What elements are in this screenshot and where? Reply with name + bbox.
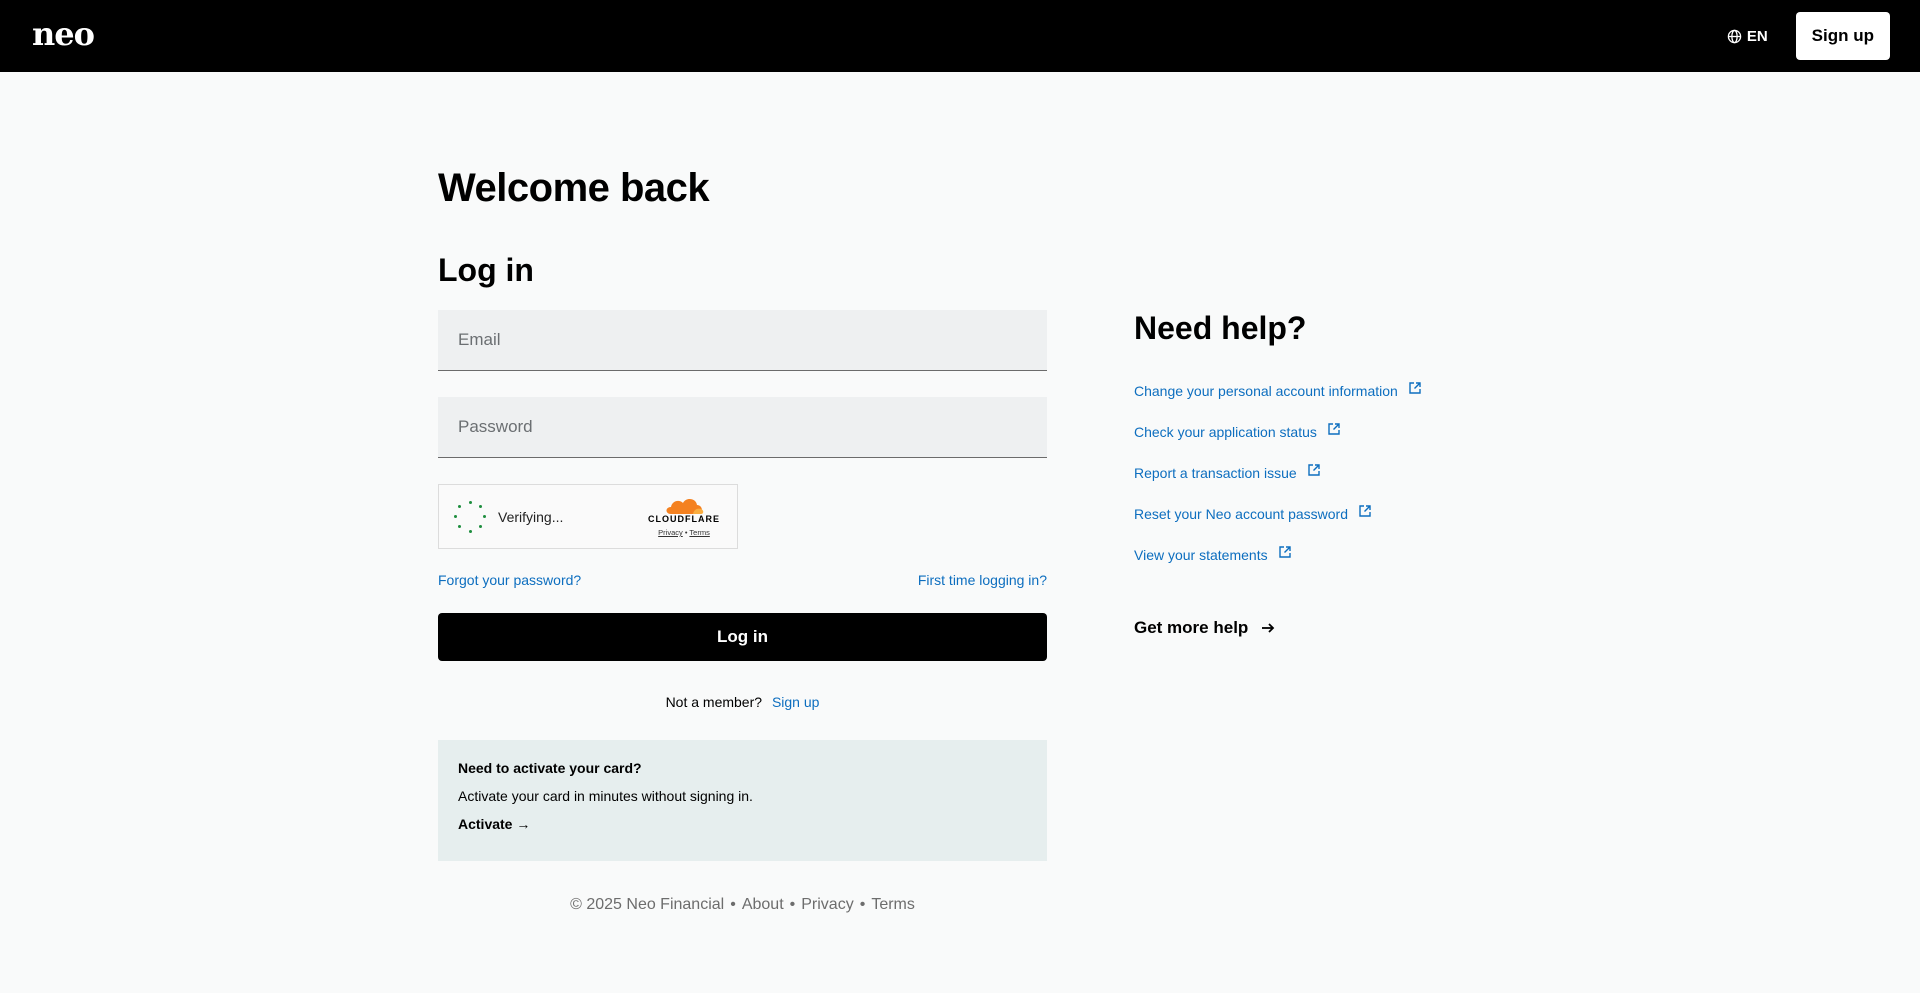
external-link-icon — [1328, 422, 1340, 435]
globe-icon — [1727, 29, 1742, 43]
email-input[interactable] — [438, 310, 1047, 371]
welcome-heading: Welcome back — [438, 166, 710, 210]
login-heading: Log in — [438, 252, 534, 288]
external-link-icon — [1307, 463, 1320, 476]
cloudflare-wordmark: CLOUDFLARE — [648, 514, 720, 524]
top-header: neo EN Sign up — [0, 0, 1920, 72]
footer: © 2025 Neo Financial • About • Privacy • Terms — [438, 896, 1047, 914]
help-item: Reset your Neo account password — [1134, 493, 1554, 534]
not-member-text: Not a member? — [665, 694, 763, 710]
get-more-help-link[interactable]: Get more help — [1134, 618, 1554, 638]
get-more-help-label: Get more help — [1134, 618, 1249, 637]
forgot-password-link[interactable]: Forgot your password? — [438, 572, 581, 588]
cloudflare-terms-link[interactable]: Terms — [689, 528, 709, 537]
external-link-icon — [1409, 381, 1421, 394]
copyright-text: © 2025 Neo Financial — [570, 896, 725, 913]
activate-description: Activate your card in minutes without si… — [458, 788, 753, 804]
help-item: Check your application status — [1134, 411, 1554, 452]
activate-card-panel: Need to activate your card? Activate you… — [438, 740, 1047, 861]
cloudflare-cloud-icon — [666, 499, 704, 514]
help-link-label: View your statements — [1134, 546, 1268, 563]
header-actions: EN Sign up — [1727, 12, 1890, 60]
login-links-row: Forgot your password? First time logging… — [438, 572, 1047, 588]
arrow-right-icon — [1262, 623, 1275, 633]
footer-separator: • — [789, 896, 796, 913]
neo-logo[interactable]: neo — [32, 15, 95, 53]
help-link-label: Check your application status — [1134, 423, 1317, 440]
help-link-label: Change your personal account information — [1134, 382, 1398, 399]
login-column: Welcome back Log in Verifying... CLOUDFL… — [438, 160, 1047, 914]
signup-link[interactable]: Sign up — [772, 694, 819, 710]
help-item: View your statements — [1134, 534, 1554, 575]
help-link-statements[interactable]: View your statements — [1134, 545, 1292, 563]
footer-separator: • — [730, 896, 736, 913]
activate-title: Need to activate your card? — [458, 760, 642, 776]
about-link[interactable]: About — [742, 896, 784, 913]
login-button[interactable]: Log in — [438, 613, 1047, 661]
help-column: Need help? Change your personal account … — [1134, 308, 1554, 638]
cloudflare-captcha-widget[interactable]: Verifying... CLOUDFLARE Privacy • Terms — [438, 484, 738, 549]
password-input[interactable] — [438, 397, 1047, 458]
help-link-transaction-issue[interactable]: Report a transaction issue — [1134, 463, 1321, 481]
terms-link[interactable]: Terms — [871, 896, 915, 913]
cloudflare-branding: CLOUDFLARE Privacy • Terms — [646, 496, 722, 537]
help-link-account-info[interactable]: Change your personal account information — [1134, 381, 1422, 399]
help-links-list: Change your personal account information… — [1134, 370, 1554, 575]
help-link-label: Reset your Neo account password — [1134, 505, 1348, 522]
help-item: Change your personal account information — [1134, 370, 1554, 411]
privacy-link[interactable]: Privacy — [801, 896, 853, 913]
help-link-label: Report a transaction issue — [1134, 464, 1297, 481]
help-item: Report a transaction issue — [1134, 452, 1554, 493]
external-link-icon — [1359, 504, 1371, 517]
footer-separator: • — [859, 896, 866, 913]
language-label: EN — [1746, 27, 1768, 45]
header-signup-button[interactable]: Sign up — [1795, 12, 1890, 60]
cloudflare-links: Privacy • Terms — [658, 528, 710, 537]
help-link-application-status[interactable]: Check your application status — [1134, 422, 1341, 440]
activate-link[interactable]: Activate → — [458, 816, 530, 832]
not-member-row: Not a member? Sign up — [438, 694, 1047, 710]
external-link-icon — [1278, 545, 1291, 558]
language-selector[interactable]: EN — [1727, 28, 1768, 45]
captcha-status: Verifying... — [498, 508, 564, 525]
first-time-login-link[interactable]: First time logging in? — [918, 572, 1047, 588]
help-link-reset-password[interactable]: Reset your Neo account password — [1134, 504, 1372, 522]
loading-spinner-icon — [454, 500, 486, 533]
help-heading: Need help? — [1134, 310, 1307, 346]
cloudflare-privacy-link[interactable]: Privacy — [658, 528, 683, 537]
